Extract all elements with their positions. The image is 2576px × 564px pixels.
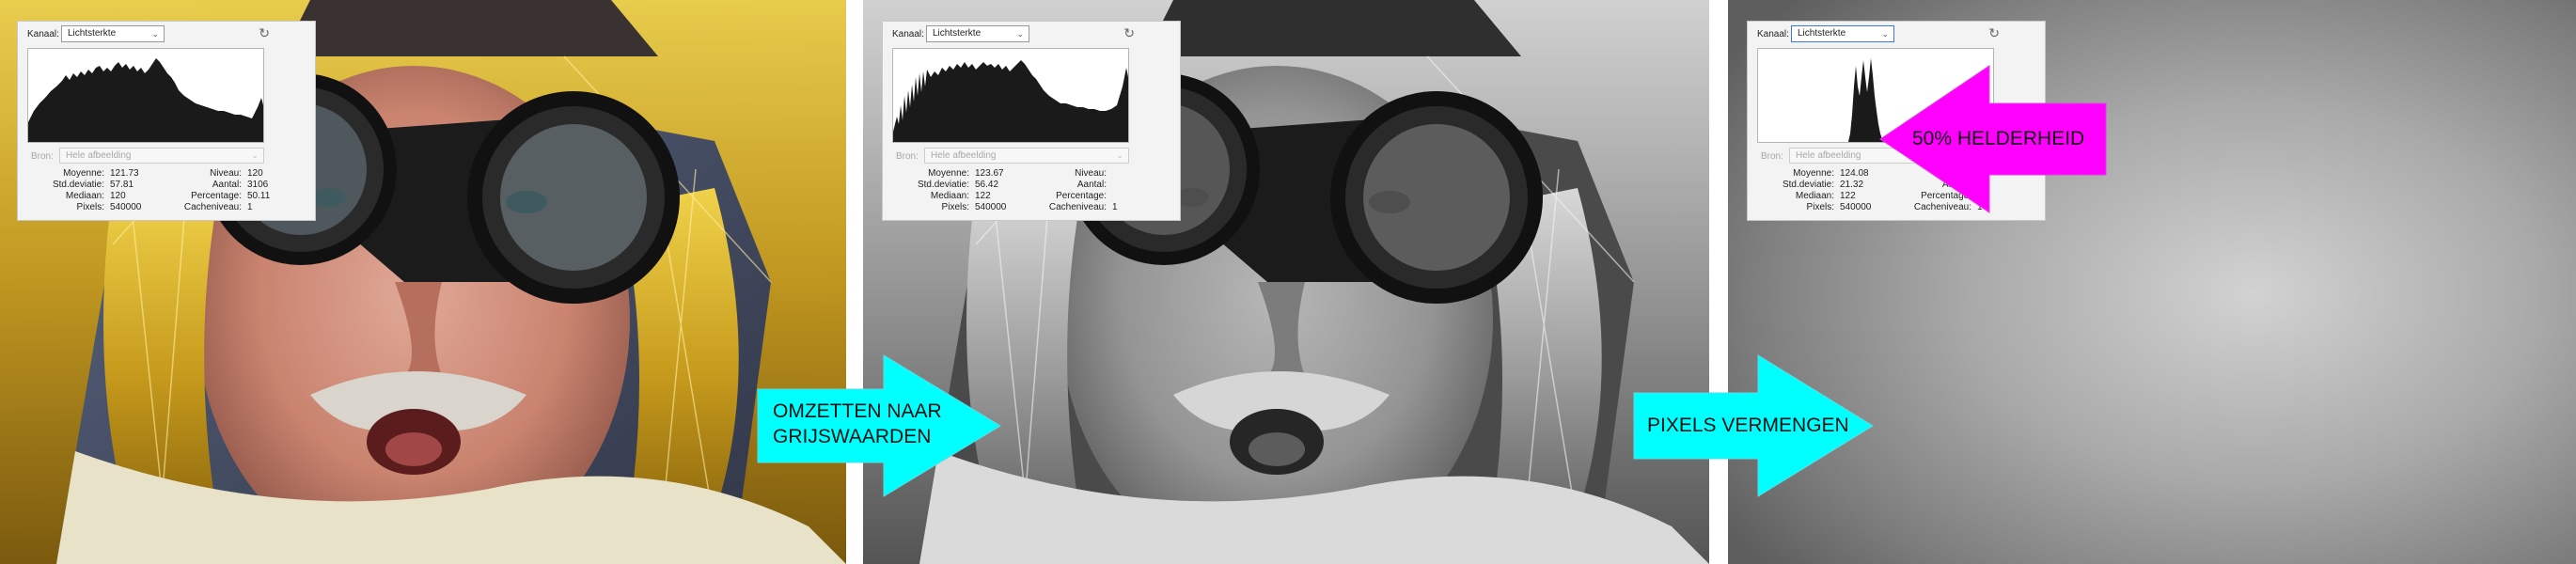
histogram	[892, 48, 1129, 143]
brightness-arrow-label: 50% HELDERHEID	[1912, 128, 2085, 149]
stat-value: 56.42	[975, 180, 999, 190]
channel-label: Kanaal:	[1757, 29, 1789, 39]
stat-label: Mediaan:	[1795, 191, 1834, 201]
stat-label: Niveau:	[210, 168, 242, 179]
channel-select[interactable]: Lichtsterkte ⌄	[61, 25, 165, 42]
stat-label: Aantal:	[212, 180, 242, 190]
channel-label: Kanaal:	[27, 29, 59, 39]
stat-label: Pixels:	[941, 202, 969, 212]
stat-value: 21.32	[1840, 180, 1864, 190]
refresh-icon[interactable]: ↻	[1123, 25, 1135, 41]
stat-label: Cacheniveau:	[1048, 202, 1107, 212]
source-label: Bron:	[1761, 151, 1783, 162]
stat-value: 540000	[975, 202, 1007, 212]
histogram	[27, 48, 264, 143]
histogram-panel-1: Kanaal: Lichtsterkte ⌄ ↻ Bron: Hele afbe…	[17, 21, 316, 221]
stat-label: Std.deviatie:	[917, 180, 969, 190]
source-label: Bron:	[31, 151, 54, 162]
stat-label: Mediaan:	[930, 191, 969, 201]
chevron-down-icon: ⌄	[1016, 29, 1024, 39]
refresh-icon[interactable]: ↻	[259, 25, 270, 41]
stat-value: 540000	[1840, 202, 1872, 212]
stat-value: 124.08	[1840, 168, 1869, 179]
stat-label: Cacheniveau:	[183, 202, 242, 212]
stat-value: 540000	[110, 202, 142, 212]
chevron-down-icon: ⌄	[1116, 150, 1123, 160]
stat-value: 122	[975, 191, 991, 201]
grayscale-arrow-line2: GRIJSWAARDEN	[773, 426, 932, 447]
chevron-down-icon: ⌄	[151, 29, 159, 39]
refresh-icon[interactable]: ↻	[1988, 25, 2000, 41]
stat-label: Mediaan:	[65, 191, 104, 201]
channel-value: Lichtsterkte	[933, 28, 982, 39]
stat-value: 122	[1840, 191, 1856, 201]
channel-label: Kanaal:	[892, 29, 924, 39]
stat-value: 1	[247, 202, 253, 212]
stat-label: Moyenne:	[928, 168, 969, 179]
stat-label: Niveau:	[1075, 168, 1107, 179]
stat-label: Moyenne:	[63, 168, 104, 179]
stat-value: 3106	[247, 180, 269, 190]
stat-label: Std.deviatie:	[52, 180, 104, 190]
source-value: Hele afbeelding	[66, 150, 132, 161]
stat-value: 57.81	[110, 180, 134, 190]
channel-select[interactable]: Lichtsterkte ⌄	[926, 25, 1029, 42]
blur-arrow: PIXELS VERMENGEN	[1633, 354, 1875, 497]
source-value: Hele afbeelding	[931, 150, 997, 161]
stat-value: 120	[247, 168, 263, 179]
stat-label: Percentage:	[191, 191, 242, 201]
source-select[interactable]: Hele afbeelding ⌄	[59, 148, 264, 164]
grayscale-arrow-line1: OMZETTEN NAAR	[773, 400, 942, 422]
stat-label: Aantal:	[1076, 180, 1107, 190]
source-label: Bron:	[896, 151, 919, 162]
source-select[interactable]: Hele afbeelding ⌄	[924, 148, 1129, 164]
chevron-down-icon: ⌄	[251, 150, 259, 160]
stat-value: 50.11	[247, 191, 271, 201]
channel-value: Lichtsterkte	[1798, 28, 1846, 39]
chevron-down-icon: ⌄	[1881, 29, 1889, 39]
histogram-panel-2: Kanaal: Lichtsterkte ⌄ ↻ Bron: Hele afbe…	[882, 21, 1181, 221]
channel-select[interactable]: Lichtsterkte ⌄	[1791, 25, 1894, 42]
stat-label: Std.deviatie:	[1782, 180, 1834, 190]
blur-arrow-label: PIXELS VERMENGEN	[1647, 415, 1849, 436]
stat-value: 120	[110, 191, 126, 201]
brightness-arrow: 50% HELDERHEID	[1879, 65, 2108, 213]
stat-label: Moyenne:	[1793, 168, 1834, 179]
stat-label: Pixels:	[1806, 202, 1834, 212]
stat-value: 1	[1112, 202, 1118, 212]
stat-label: Percentage:	[1056, 191, 1107, 201]
grayscale-arrow: OMZETTEN NAAR GRIJSWAARDEN	[757, 354, 1002, 497]
stat-value: 123.67	[975, 168, 1004, 179]
source-value: Hele afbeelding	[1796, 150, 1861, 161]
stat-value: 121.73	[110, 168, 139, 179]
stat-label: Pixels:	[76, 202, 104, 212]
channel-value: Lichtsterkte	[68, 28, 117, 39]
